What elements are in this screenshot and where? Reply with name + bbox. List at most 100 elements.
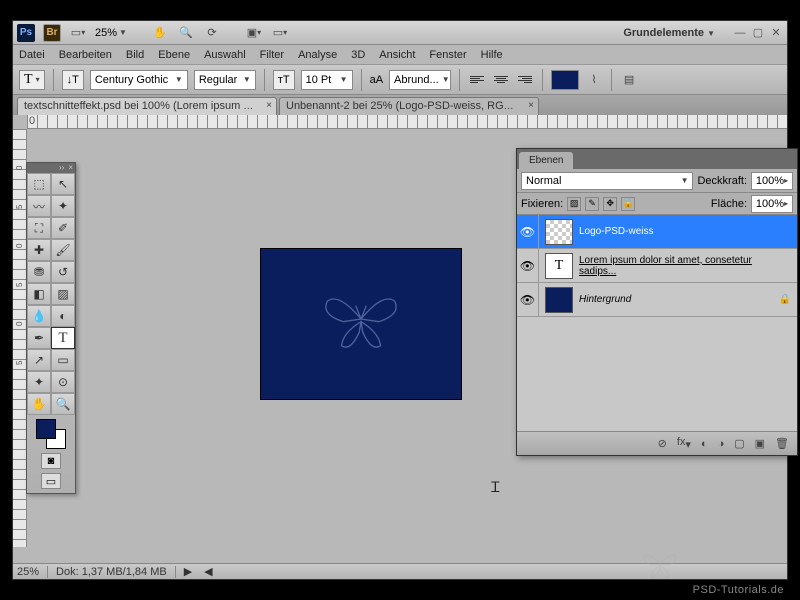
document-canvas[interactable]	[261, 249, 461, 399]
lock-transparent-icon[interactable]: ▨	[567, 197, 581, 211]
wand-tool[interactable]: ✦	[51, 195, 75, 217]
move-tool-alt[interactable]: ↖	[51, 173, 75, 195]
layer-group-icon[interactable]: ▢	[734, 437, 744, 450]
pen-tool[interactable]: ✒	[27, 327, 51, 349]
zoom-icon[interactable]: 🔍	[177, 25, 195, 41]
opacity-input[interactable]: 100% ▸	[751, 172, 793, 190]
workspace-select[interactable]: Grundelemente ▼	[623, 27, 715, 39]
path-tool[interactable]: ↗	[27, 349, 51, 371]
lock-all-icon[interactable]: 🔒	[621, 197, 635, 211]
status-arrow-icon[interactable]: ▶	[184, 565, 192, 578]
rotate-icon[interactable]: ⟳	[203, 25, 221, 41]
shape-tool[interactable]: ▭	[51, 349, 75, 371]
tools-header[interactable]: ››×	[27, 163, 75, 173]
menu-analyse[interactable]: Analyse	[298, 49, 337, 61]
hand-tool[interactable]: ✋	[27, 393, 51, 415]
lasso-tool[interactable]: 〰	[27, 195, 51, 217]
menu-filter[interactable]: Filter	[260, 49, 284, 61]
layer-name[interactable]: Lorem ipsum dolor sit amet, consetetur s…	[579, 255, 791, 277]
visibility-icon[interactable]: 👁	[517, 249, 539, 282]
layer-logo-psd-weiss[interactable]: 👁 Logo-PSD-weiss	[517, 215, 797, 249]
font-family-select[interactable]: Century Gothic▼	[90, 70, 188, 90]
dodge-tool[interactable]: ◐	[51, 305, 75, 327]
menu-bearbeiten[interactable]: Bearbeiten	[59, 49, 112, 61]
zoom-tool[interactable]: 🔍	[51, 393, 75, 415]
menu-bild[interactable]: Bild	[126, 49, 144, 61]
menu-ansicht[interactable]: Ansicht	[379, 49, 415, 61]
lock-position-icon[interactable]: ✥	[603, 197, 617, 211]
type-tool[interactable]: T	[51, 327, 75, 349]
minimize-button[interactable]: —	[733, 27, 747, 39]
fill-input[interactable]: 100% ▸	[751, 195, 793, 213]
visibility-icon[interactable]: 👁	[517, 215, 539, 248]
3d-tool[interactable]: ✦	[27, 371, 51, 393]
new-layer-icon[interactable]: ▣	[755, 437, 765, 450]
close-icon[interactable]: ×	[528, 100, 534, 111]
3d-camera-tool[interactable]: ⊙	[51, 371, 75, 393]
layer-fx-icon[interactable]: fx▾	[677, 436, 691, 451]
gradient-tool[interactable]: ▨	[51, 283, 75, 305]
menu-3d[interactable]: 3D	[351, 49, 365, 61]
close-icon[interactable]: ×	[266, 100, 272, 111]
screen-mode-icon[interactable]: ▭▾	[271, 25, 289, 41]
tab-unbenannt-2[interactable]: Unbenannt-2 bei 25% (Logo-PSD-weiss, RGB…	[279, 97, 539, 115]
close-button[interactable]: ✕	[769, 27, 783, 39]
layer-mask-icon[interactable]: ◐	[701, 438, 708, 450]
ruler-vertical[interactable]: 050505	[13, 129, 27, 547]
history-brush-tool[interactable]: ↺	[51, 261, 75, 283]
antialias-select[interactable]: Abrund...▼	[389, 70, 451, 90]
layers-tab[interactable]: Ebenen	[519, 152, 573, 169]
layer-thumb[interactable]	[545, 219, 573, 245]
text-color-swatch[interactable]	[551, 70, 579, 90]
font-size-select[interactable]: 10 Pt▼	[301, 70, 353, 90]
adjustment-layer-icon[interactable]: ◑	[718, 438, 725, 450]
visibility-icon[interactable]: 👁	[517, 283, 539, 316]
tool-preset-icon[interactable]: T ▾	[19, 70, 45, 90]
crop-tool[interactable]: ⛶	[27, 217, 51, 239]
layer-thumb[interactable]	[545, 287, 573, 313]
layer-hintergrund[interactable]: 👁 Hintergrund 🔒	[517, 283, 797, 317]
warp-text-icon[interactable]: ⌇	[585, 72, 603, 88]
align-right-icon[interactable]	[516, 72, 534, 88]
link-layers-icon[interactable]: ⊘	[658, 437, 667, 450]
font-style-select[interactable]: Regular▼	[194, 70, 256, 90]
menu-datei[interactable]: Datei	[19, 49, 45, 61]
tab-textschnitteffekt[interactable]: textschnitteffekt.psd bei 100% (Lorem ip…	[17, 97, 277, 115]
layer-thumb[interactable]: T	[545, 253, 573, 279]
color-swatches[interactable]	[36, 419, 66, 449]
quickmask-icon[interactable]: ◙	[41, 453, 61, 469]
status-zoom[interactable]: 25%	[17, 566, 48, 578]
fg-color[interactable]	[36, 419, 56, 439]
brush-tool[interactable]: 🖌	[51, 239, 75, 261]
scroll-left-icon[interactable]: ◀	[204, 565, 212, 578]
char-panel-icon[interactable]: ▤	[620, 72, 638, 88]
stamp-tool[interactable]: ⛃	[27, 261, 51, 283]
zoom-select[interactable]: 25% ▼	[95, 27, 127, 39]
maximize-button[interactable]: ▢	[751, 27, 765, 39]
menu-fenster[interactable]: Fenster	[429, 49, 466, 61]
arrange-icon[interactable]: ▣▾	[245, 25, 263, 41]
hand-icon[interactable]: ✋	[151, 25, 169, 41]
eyedropper-tool[interactable]: ✐	[51, 217, 75, 239]
bridge-logo-icon[interactable]: Br	[43, 24, 61, 42]
menu-auswahl[interactable]: Auswahl	[204, 49, 246, 61]
layer-name[interactable]: Hintergrund	[579, 294, 773, 305]
move-tool[interactable]: ⬚	[27, 173, 51, 195]
layer-name[interactable]: Logo-PSD-weiss	[579, 226, 791, 237]
delete-layer-icon[interactable]: 🗑	[775, 437, 789, 450]
layout-icon[interactable]: ▭▾	[69, 25, 87, 41]
blend-mode-select[interactable]: Normal▼	[521, 172, 693, 190]
eraser-tool[interactable]: ◧	[27, 283, 51, 305]
screenmode-icon[interactable]: ▭	[41, 473, 61, 489]
font-orient-icon[interactable]: ↓T	[62, 70, 84, 90]
menu-hilfe[interactable]: Hilfe	[481, 49, 503, 61]
menu-ebene[interactable]: Ebene	[158, 49, 190, 61]
lock-paint-icon[interactable]: ✎	[585, 197, 599, 211]
layer-lorem-text[interactable]: 👁 T Lorem ipsum dolor sit amet, consetet…	[517, 249, 797, 283]
status-doc-size[interactable]: Dok: 1,37 MB/1,84 MB	[56, 566, 176, 578]
ruler-horizontal[interactable]: 0	[27, 115, 787, 129]
blur-tool[interactable]: 💧	[27, 305, 51, 327]
align-center-icon[interactable]	[492, 72, 510, 88]
heal-tool[interactable]: ✚	[27, 239, 51, 261]
align-left-icon[interactable]	[468, 72, 486, 88]
